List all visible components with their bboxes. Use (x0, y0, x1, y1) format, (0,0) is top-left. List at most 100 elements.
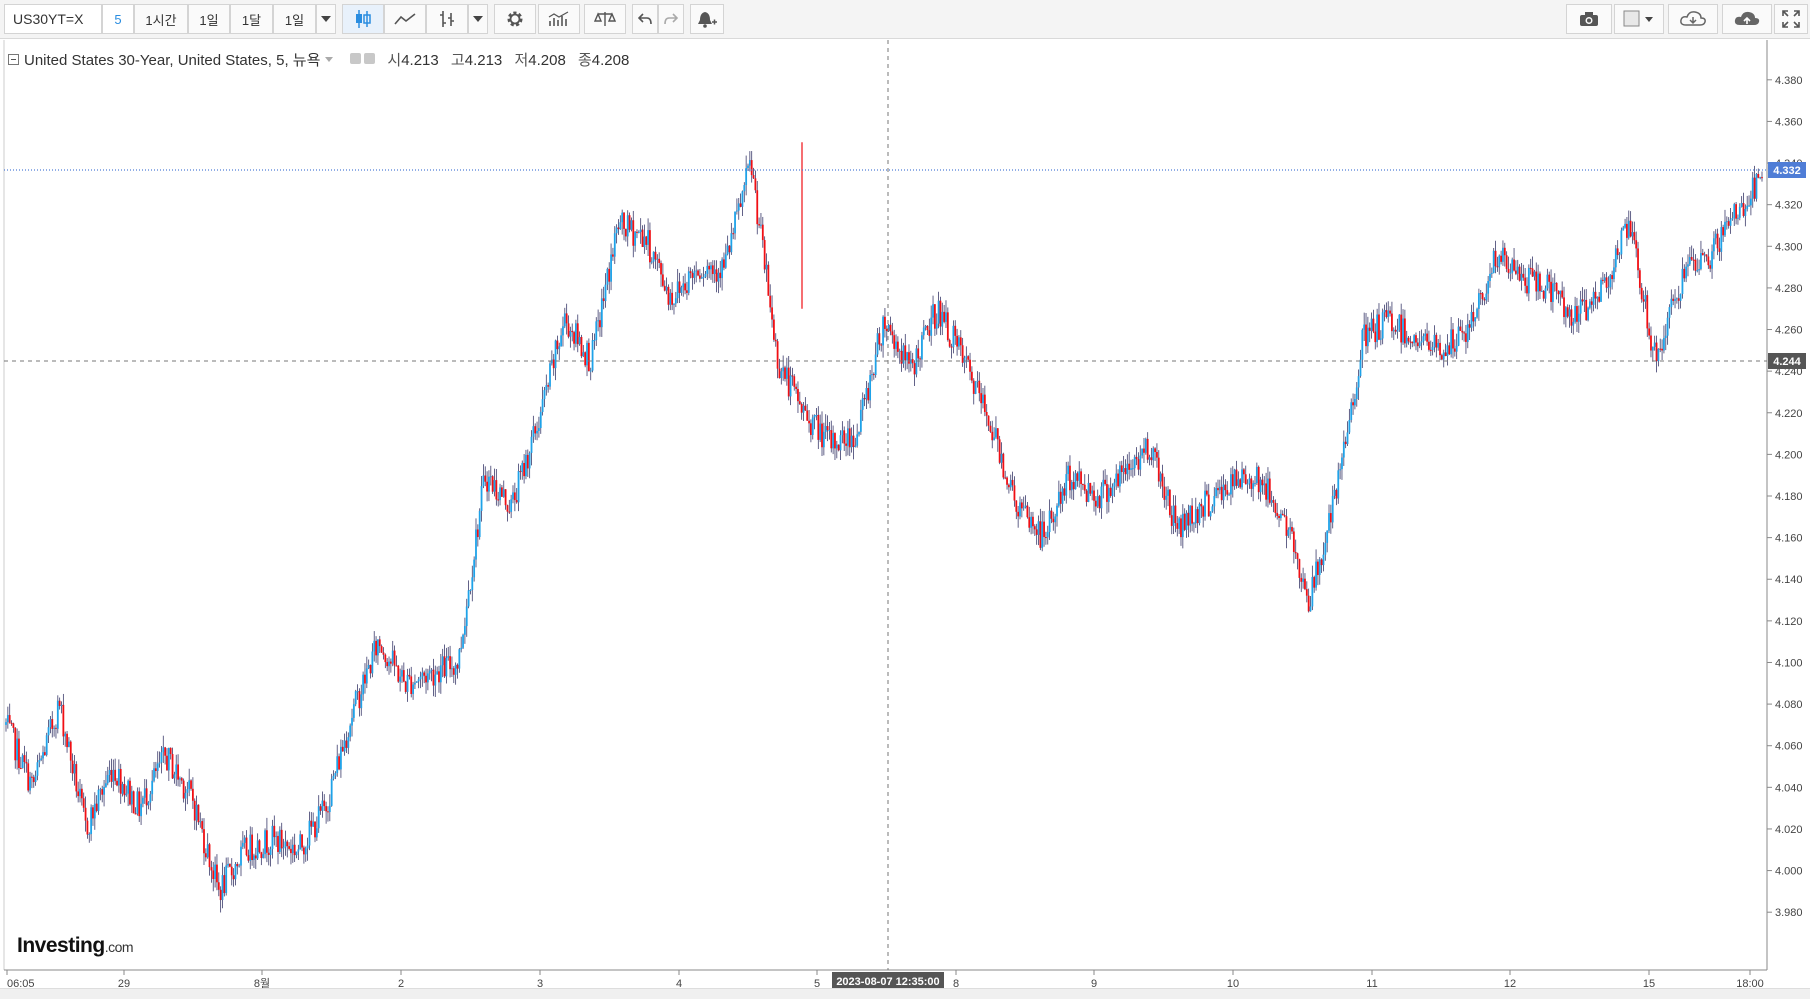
candle-body (1638, 270, 1641, 288)
candle-body (421, 672, 424, 677)
candle-body (138, 791, 141, 817)
price-chart[interactable]: 4.3804.3604.3404.3204.3004.2804.2604.240… (0, 40, 1810, 998)
undo-button[interactable] (632, 4, 658, 34)
candle-body (717, 272, 720, 282)
interval-5-button[interactable]: 5 (102, 4, 134, 34)
screenshot-button[interactable] (1566, 4, 1612, 34)
candle-body (1391, 313, 1393, 332)
candle-body (167, 747, 170, 771)
alert-button[interactable] (690, 4, 724, 34)
symbol-input[interactable]: US30YT=X (4, 4, 102, 34)
candle-body (306, 845, 309, 849)
candle-body (1033, 526, 1036, 530)
candle-body (1546, 274, 1549, 289)
bars-type-button[interactable] (426, 4, 468, 34)
candle-body (169, 747, 172, 755)
cloud-load-button[interactable] (1668, 4, 1718, 34)
candle-body (1553, 282, 1556, 284)
candle-body (819, 423, 822, 440)
candle-body (980, 393, 983, 404)
price-tick-label: 4.360 (1775, 116, 1803, 128)
candle-body (303, 847, 305, 855)
candle-body (340, 746, 342, 770)
candle-body (1640, 287, 1643, 300)
candle-body (1007, 484, 1010, 488)
candle-body (1026, 505, 1029, 518)
candle-body (1450, 329, 1453, 355)
chart-type-dropdown[interactable] (468, 4, 488, 34)
redo-button[interactable] (658, 4, 684, 34)
candle-body (406, 674, 409, 692)
candle-body (1106, 484, 1108, 502)
cloud-save-button[interactable] (1722, 4, 1772, 34)
interval-custom-button[interactable]: 1일 (273, 4, 316, 34)
candle-body (1718, 248, 1721, 252)
indicators-button[interactable] (538, 4, 580, 34)
candle-body (243, 837, 246, 843)
line-type-button[interactable] (384, 4, 426, 34)
candle-body (1048, 510, 1051, 533)
candle-body (854, 445, 857, 448)
interval-1d-button[interactable]: 1일 (188, 4, 230, 34)
candle-body (565, 313, 568, 324)
candle-body (1433, 334, 1436, 348)
candle-body (90, 807, 93, 834)
candle-body (1607, 287, 1610, 289)
price-tick-label: 4.020 (1775, 824, 1803, 836)
candle-body (526, 454, 529, 469)
candles-type-button[interactable] (342, 4, 384, 34)
candle-body (800, 403, 803, 413)
interval-1h-button[interactable]: 1시간 (134, 4, 188, 34)
candle-body (358, 691, 361, 709)
candle-body (1483, 299, 1486, 301)
candle-body (299, 834, 302, 850)
chevron-down-icon[interactable] (325, 57, 334, 62)
candle-body (190, 780, 192, 789)
candle-body (460, 647, 463, 650)
candle-body (1507, 268, 1510, 273)
price-tick-label: 4.320 (1775, 200, 1803, 212)
candle-body (1067, 465, 1070, 475)
candle-body (338, 756, 340, 770)
candle-body (1046, 532, 1049, 538)
candle-body (286, 841, 289, 847)
candle-body (650, 261, 653, 263)
interval-1m-button[interactable]: 1달 (230, 4, 273, 34)
settings-button[interactable] (494, 4, 536, 34)
fullscreen-button[interactable] (1774, 4, 1808, 34)
candle-body (545, 385, 548, 391)
high-label: 고 (450, 52, 465, 69)
candle-body (1444, 352, 1447, 357)
candle-body (878, 333, 881, 345)
candle-body (288, 846, 291, 849)
candle-body (606, 268, 609, 285)
candle-body (741, 191, 744, 207)
collapse-legend-icon[interactable] (8, 54, 19, 65)
candle-body (1527, 267, 1530, 294)
candle-body (1128, 463, 1131, 470)
candle-body (1472, 311, 1475, 322)
candle-body (253, 855, 255, 861)
candle-body (1601, 279, 1604, 281)
candle-body (341, 746, 344, 752)
candle-body (1687, 264, 1689, 267)
compare-button[interactable] (584, 4, 626, 34)
candle-body (151, 780, 154, 795)
candle-body (1159, 473, 1162, 482)
candle-body (1083, 484, 1086, 491)
series-title[interactable]: United States 30-Year, United States, 5,… (24, 49, 320, 70)
candle-body (177, 764, 179, 780)
candle-body (478, 510, 481, 538)
candle-body (1564, 307, 1567, 318)
crosshair-date-label: 2023-08-07 12:35:00 (836, 976, 939, 988)
eye-icon[interactable] (350, 51, 378, 68)
candle-body (454, 664, 457, 675)
candle-body (826, 426, 829, 431)
candle-body (1494, 250, 1497, 267)
candle-body (245, 837, 248, 856)
candle-body (1592, 291, 1595, 305)
candle-body (1300, 577, 1303, 582)
layout-dropdown-button[interactable] (1614, 4, 1664, 34)
interval-dropdown-button[interactable] (316, 4, 336, 34)
candle-body (310, 820, 313, 827)
